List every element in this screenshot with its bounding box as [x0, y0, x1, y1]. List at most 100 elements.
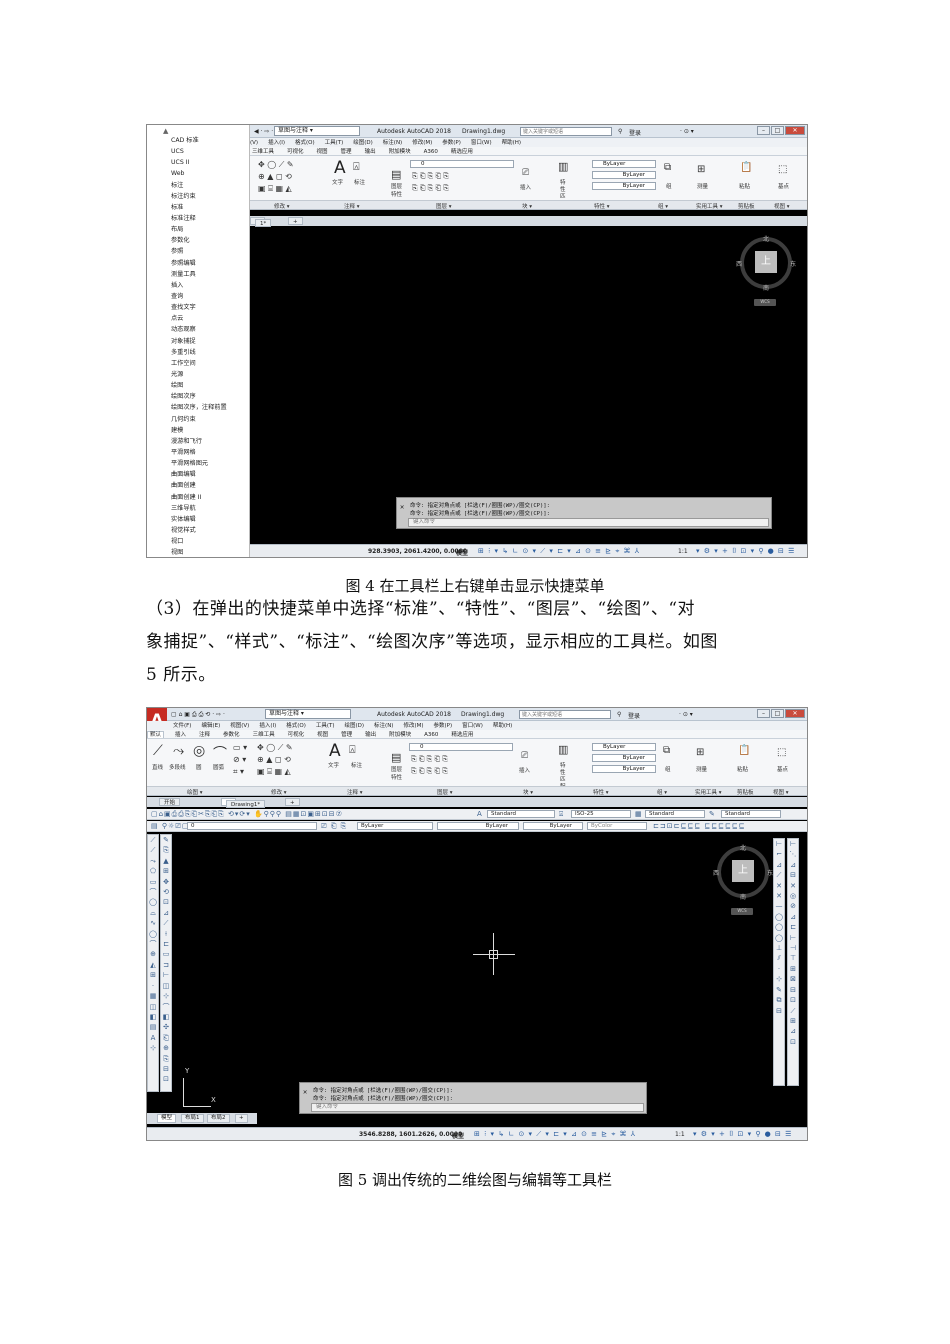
- menu-item[interactable]: 插入(I): [259, 723, 276, 729]
- ribbon-panel-title[interactable]: 特性 ▾: [593, 788, 609, 796]
- linetype-dropdown-2[interactable]: ByLayer: [437, 822, 519, 830]
- ribbon-panel-title[interactable]: 实用工具 ▾: [696, 202, 723, 210]
- table-style-icon[interactable]: ▦: [635, 810, 643, 818]
- quick-access-icons[interactable]: ▢ ⌂ ▣ ⎙ ⎙ ⟲ · ⇨ ·: [171, 711, 225, 719]
- workspace-dropdown[interactable]: 草图与注释 ▾: [265, 709, 351, 719]
- context-menu-item[interactable]: 平滑网格图元: [171, 458, 249, 469]
- ribbon-tab[interactable]: 可视化: [285, 149, 306, 155]
- tab-start[interactable]: 开始: [159, 798, 181, 806]
- ribbon-tab[interactable]: 三维工具: [250, 149, 276, 155]
- ribbon-tab[interactable]: 管理: [339, 732, 354, 738]
- context-menu-item[interactable]: 标准: [171, 202, 249, 213]
- layer-properties-icon[interactable]: ▤: [391, 751, 401, 764]
- ribbon-panel-title[interactable]: 剪贴板: [738, 202, 755, 210]
- group-icon[interactable]: ⧉: [663, 745, 670, 756]
- help-icons[interactable]: · ⊙ ▾: [679, 711, 693, 718]
- mleader-style-dropdown[interactable]: Standard: [721, 810, 781, 818]
- menu-item[interactable]: (V): [250, 140, 258, 146]
- ribbon-panel-title[interactable]: 剪贴板: [737, 788, 754, 796]
- login-button[interactable]: 登录: [628, 711, 640, 720]
- lineweight-dropdown[interactable]: ByLayer: [592, 182, 656, 190]
- context-menu-item[interactable]: 平滑网格: [171, 447, 249, 458]
- ribbon-panel-title[interactable]: 块 ▾: [522, 202, 532, 210]
- plotstyle-dropdown[interactable]: ByColor: [587, 822, 647, 830]
- line-icon[interactable]: ⟋: [153, 743, 163, 759]
- new-tab-button[interactable]: +: [288, 217, 303, 225]
- ribbon-panel-title[interactable]: 视图 ▾: [774, 202, 790, 210]
- status-extra-icons[interactable]: ▾ ⚙ ▾ + ⌷ ⊡ ▾ ⚲ ● ⊟ ☰: [696, 547, 795, 556]
- layer-tools-icon[interactable]: ⎘ ⎗ ⎘ ⎗ ⎘: [411, 755, 448, 764]
- status-extra-icons[interactable]: ▾ ⚙ ▾ + ⌷ ⊡ ▾ ⚲ ● ⊟ ☰: [693, 1130, 792, 1139]
- text-style-dropdown[interactable]: Standard: [487, 810, 555, 818]
- linetype-dropdown[interactable]: ByLayer: [592, 171, 656, 179]
- maximize-button[interactable]: □: [771, 709, 784, 718]
- context-menu-item[interactable]: 曲面编辑: [171, 469, 249, 480]
- menu-item[interactable]: 帮助(H): [493, 723, 512, 729]
- layer-tools-icon[interactable]: ⎘ ⎗ ⎘ ⎗ ⎘: [412, 184, 449, 193]
- ribbon-panel-title[interactable]: 组 ▾: [658, 202, 668, 210]
- ribbon-tab[interactable]: 管理: [339, 149, 354, 155]
- context-menu-item[interactable]: Web: [171, 168, 249, 179]
- ribbon-panel-title[interactable]: 修改 ▾: [274, 202, 290, 210]
- login-button[interactable]: 登录: [629, 128, 641, 137]
- menu-item[interactable]: 参数(P): [442, 140, 461, 146]
- color-dropdown[interactable]: ByLayer: [592, 160, 656, 168]
- context-menu-item[interactable]: 绘图次序，注释前置: [171, 402, 249, 413]
- context-menu-item[interactable]: 漫游和飞行: [171, 436, 249, 447]
- context-menu-item[interactable]: 对象捕捉: [171, 336, 249, 347]
- layer-properties-icon[interactable]: ▤: [391, 168, 401, 181]
- menu-item[interactable]: 视图(V): [230, 723, 249, 729]
- context-menu-item[interactable]: 布局: [171, 224, 249, 235]
- layer-dropdown[interactable]: 0: [410, 160, 514, 168]
- menu-item[interactable]: 绘图(D): [353, 140, 373, 146]
- context-menu-item[interactable]: UCS: [171, 146, 249, 157]
- context-menu-item[interactable]: 标注约束: [171, 191, 249, 202]
- context-menu-item[interactable]: CAD 标准: [171, 135, 249, 146]
- context-menu-item[interactable]: 光源: [171, 369, 249, 380]
- binoculars-icon[interactable]: ⚲: [617, 711, 621, 718]
- context-menu-item[interactable]: 视口: [171, 536, 249, 547]
- ribbon-panel-title[interactable]: 组 ▾: [657, 788, 667, 796]
- context-menu-item[interactable]: 三维导航: [171, 503, 249, 514]
- ribbon-tab[interactable]: 精选应用: [449, 732, 475, 738]
- tab-drawing[interactable]: Drawing1* ✕: [221, 798, 266, 808]
- ribbon-panel-title[interactable]: 视图 ▾: [773, 788, 789, 796]
- tab-drawing[interactable]: 1* ✕: [250, 217, 272, 227]
- context-menu-item[interactable]: 查找文字: [171, 302, 249, 313]
- ribbon-tab[interactable]: 可视化: [286, 732, 307, 738]
- draw-toolbar-vertical[interactable]: ⟋ ⟋ ⤳ ⬠ ▭ ⌒ ◯ ⌓ ∿ ◯ ⌒ ⊕ ◭ ⊞ · ▦ ◫ ◧ ▤ A ⊹: [147, 834, 159, 1092]
- model-button[interactable]: 模型: [452, 1131, 464, 1140]
- measure-icon[interactable]: ⊞: [696, 747, 704, 758]
- context-menu-item[interactable]: 视觉样式: [171, 525, 249, 536]
- menu-item[interactable]: 修改(M): [403, 723, 423, 729]
- context-menu-item[interactable]: 绘图: [171, 380, 249, 391]
- layer-dropdown[interactable]: 0: [409, 743, 513, 751]
- insert-block-icon[interactable]: ⎚: [521, 751, 528, 761]
- linetype-dropdown[interactable]: ByLayer: [592, 754, 656, 762]
- ribbon-tab[interactable]: 参数化: [221, 732, 242, 738]
- table-style-dropdown[interactable]: Standard: [645, 810, 705, 818]
- menu-item[interactable]: 工具(T): [325, 140, 344, 146]
- ribbon-panel-title[interactable]: 注释 ▾: [347, 788, 363, 796]
- ribbon-tab[interactable]: 附加模块: [387, 732, 413, 738]
- dimension-icon[interactable]: ⍓: [353, 160, 360, 174]
- menu-item[interactable]: 文件(F): [173, 723, 191, 729]
- context-menu-item[interactable]: 点云: [171, 313, 249, 324]
- base-point-icon[interactable]: ⬚: [778, 164, 787, 175]
- search-input[interactable]: 键入关键字或短语: [520, 127, 612, 136]
- modify-tools-icon[interactable]: ⊕ ▲ ◻ ⟲: [258, 172, 292, 181]
- tab-layout1[interactable]: 布局1: [181, 1114, 204, 1123]
- tab-layout2[interactable]: 布局2: [207, 1114, 230, 1123]
- ribbon-tab[interactable]: 精选应用: [449, 149, 475, 155]
- modify-toolbar-vertical[interactable]: ✎ ⎘ ▲ ⊞ ✥ ⟲ ⊡ ⊿ ⟋ ⟊ ⊏ ▭ ⊐ ⊢ ◫ ⊹ ⌒ ◧ ✣ ⎗ ⊕ ⎘ ⊟ ⊡: [160, 834, 172, 1092]
- ribbon-tab[interactable]: 输出: [363, 732, 378, 738]
- layer-dropdown-2[interactable]: 0: [187, 822, 317, 830]
- context-menu-item[interactable]: 参照: [171, 246, 249, 257]
- base-point-icon[interactable]: ⬚: [777, 747, 786, 758]
- menu-item[interactable]: 窗口(W): [462, 723, 483, 729]
- context-menu-item[interactable]: 标准注释: [171, 213, 249, 224]
- color-dropdown-2[interactable]: ByLayer: [357, 822, 433, 830]
- viewcube-south[interactable]: 南: [740, 892, 746, 901]
- draw-tools-icon[interactable]: ⌗ ▾: [233, 767, 244, 777]
- match-properties-icon[interactable]: ▥: [558, 743, 568, 756]
